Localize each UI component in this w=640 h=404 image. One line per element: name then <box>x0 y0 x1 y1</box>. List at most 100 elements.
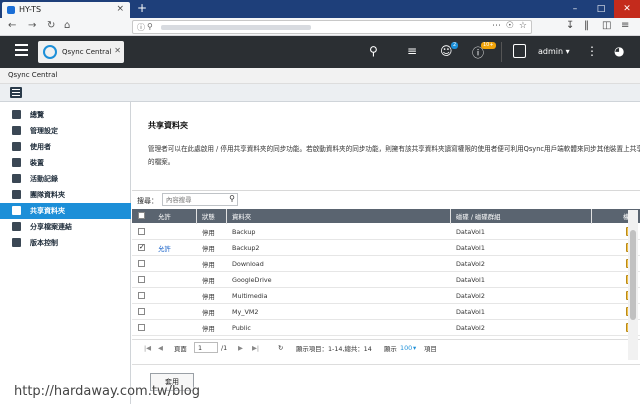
browser-tab[interactable]: HY-TS × <box>2 2 130 18</box>
row-checkbox[interactable] <box>138 308 145 315</box>
page-number-input[interactable]: 1 <box>194 342 218 353</box>
settings-icon <box>12 126 21 135</box>
row-checkbox[interactable] <box>138 276 145 283</box>
table-row[interactable]: 停用 Backup DataVol1 <box>132 224 640 240</box>
scrollbar-thumb[interactable] <box>630 230 636 320</box>
sidebar-item-shared-folder[interactable]: 共享資料夾 <box>0 203 131 219</box>
minimize-icon[interactable]: – <box>562 0 588 18</box>
table-header: 允許 狀態 資料夾 磁碟 / 磁碟群組 權限 <box>132 209 640 223</box>
shared-folder-icon <box>12 206 21 215</box>
user-icon <box>12 142 21 151</box>
row-folder: Public <box>232 324 251 332</box>
row-status: 停用 <box>202 229 215 237</box>
table-row[interactable]: 停用 Download DataVol2 <box>132 256 640 272</box>
sidebar-item-overview[interactable]: 總覽 <box>0 107 131 123</box>
table-row[interactable]: 停用 GoogleDrive DataVol1 <box>132 272 640 288</box>
forward-icon[interactable]: → <box>28 20 36 31</box>
window-close-icon[interactable]: ✕ <box>614 0 640 18</box>
sidebar-item-users[interactable]: 使用者 <box>0 139 131 155</box>
more-options-icon[interactable]: ⋮ <box>586 44 598 58</box>
background-tasks-icon[interactable]: ≡ <box>407 44 417 58</box>
row-checkbox[interactable] <box>138 260 145 267</box>
sidebar-item-settings[interactable]: 管理設定 <box>0 123 131 139</box>
select-all-checkbox[interactable] <box>138 212 145 219</box>
header-divider <box>501 42 502 62</box>
sidebar-toggle-icon[interactable]: ◫ <box>602 20 611 31</box>
app-tab-qsync[interactable]: Qsync Central ✕ <box>38 41 124 63</box>
sidebar-item-version-control[interactable]: 版本控制 <box>0 235 131 251</box>
chevron-down-icon[interactable]: ▾ <box>413 344 416 352</box>
toggle-sidebar-icon[interactable] <box>10 87 22 98</box>
sidebar-item-devices[interactable]: 裝置 <box>0 155 131 171</box>
search-input[interactable] <box>166 195 226 205</box>
row-folder: My_VM2 <box>232 308 259 316</box>
sidebar-item-label: 分享檔案連結 <box>30 223 72 231</box>
row-status: 停用 <box>202 309 215 317</box>
sidebar: 總覽 管理設定 使用者 裝置 活動記錄 團隊資料夾 共享資料夾 分享檔案連結 版… <box>0 102 131 404</box>
user-menu[interactable]: admin ▾ <box>538 47 570 56</box>
row-status: 停用 <box>202 261 215 269</box>
log-icon <box>12 174 21 183</box>
user-icon[interactable] <box>513 44 526 58</box>
menu-icon[interactable]: ≡ <box>621 20 629 31</box>
close-tab-icon[interactable]: × <box>116 4 124 14</box>
sidebar-item-share-link[interactable]: 分享檔案連結 <box>0 219 131 235</box>
search-box[interactable]: ⚲ <box>162 193 238 206</box>
page-size-select[interactable]: 100 <box>400 344 412 352</box>
sidebar-item-activity-log[interactable]: 活動記錄 <box>0 171 131 187</box>
home-icon[interactable]: ⌂ <box>64 20 70 31</box>
table-row[interactable]: 停用 My_VM2 DataVol1 <box>132 304 640 320</box>
row-allow: 允許 <box>158 245 171 253</box>
column-status[interactable]: 狀態 <box>202 212 215 221</box>
row-checkbox[interactable] <box>138 228 145 235</box>
search-icon[interactable]: ⚲ <box>229 194 235 203</box>
last-page-icon[interactable]: ▶| <box>252 344 259 352</box>
maximize-icon[interactable]: □ <box>588 0 614 18</box>
column-allow[interactable]: 允許 <box>158 212 171 221</box>
reload-icon[interactable]: ↻ <box>47 20 55 31</box>
new-tab-button[interactable]: + <box>137 1 147 15</box>
page-total: /1 <box>221 344 228 352</box>
window-controls: – □ ✕ <box>562 0 640 18</box>
refresh-icon[interactable]: ↻ <box>278 344 283 352</box>
key-icon: ⚲ <box>147 22 153 31</box>
row-status: 停用 <box>202 277 215 285</box>
prev-page-icon[interactable]: ◀ <box>158 344 163 352</box>
page-scrollbar[interactable] <box>628 210 638 360</box>
column-folder[interactable]: 資料夾 <box>232 212 251 221</box>
download-icon[interactable]: ↧ <box>566 20 574 31</box>
row-checkbox[interactable] <box>138 292 145 299</box>
notification-badge: 2 <box>451 42 459 49</box>
row-checkbox[interactable] <box>138 324 145 331</box>
row-volume: DataVol2 <box>456 292 485 300</box>
display-count: 顯示項目：1-14,總共：14 <box>296 345 372 353</box>
main-menu-icon[interactable] <box>15 44 28 56</box>
site-favicon-icon <box>7 6 15 14</box>
bookmark-star-icon[interactable]: ☆ <box>519 21 527 31</box>
row-volume: DataVol2 <box>456 260 485 268</box>
page-description: 管理者可以在此處啟用 / 停用共享資料夾的同步功能。若啟動資料夾的同步功能，則擁… <box>148 145 640 153</box>
table-row[interactable]: ✓ 允許 停用 Backup2 DataVol1 <box>132 240 640 256</box>
table-row[interactable]: 停用 Multimedia DataVol2 <box>132 288 640 304</box>
first-page-icon[interactable]: |◀ <box>144 344 151 352</box>
url-bar[interactable]: ⓘ ⚲ ⋯ ☉ ☆ <box>132 20 532 34</box>
row-volume: DataVol1 <box>456 244 485 252</box>
sidebar-item-team-folder[interactable]: 團隊資料夾 <box>0 187 131 203</box>
show-label: 顯示 <box>384 345 397 353</box>
search-bar: 搜尋： ⚲ <box>132 190 640 208</box>
tracking-shield-icon[interactable]: ☉ <box>506 21 514 31</box>
row-volume: DataVol1 <box>456 276 485 284</box>
table-row[interactable]: 停用 Public DataVol2 <box>132 320 640 336</box>
back-icon[interactable]: ← <box>8 20 16 31</box>
column-volume[interactable]: 磁碟 / 磁碟群組 <box>456 212 501 221</box>
library-icon[interactable]: ‖ <box>584 20 589 31</box>
row-checkbox[interactable]: ✓ <box>138 244 145 251</box>
next-page-icon[interactable]: ▶ <box>238 344 243 352</box>
page-actions-icon[interactable]: ⋯ <box>492 21 501 31</box>
dashboard-icon[interactable]: ◕ <box>614 44 624 58</box>
app-tab-close-icon[interactable]: ✕ <box>114 46 121 55</box>
search-icon[interactable]: ⚲ <box>369 44 378 58</box>
info-icon[interactable]: ⓘ <box>137 22 145 33</box>
app-toolbar <box>0 84 640 102</box>
sidebar-item-label: 使用者 <box>30 143 51 151</box>
